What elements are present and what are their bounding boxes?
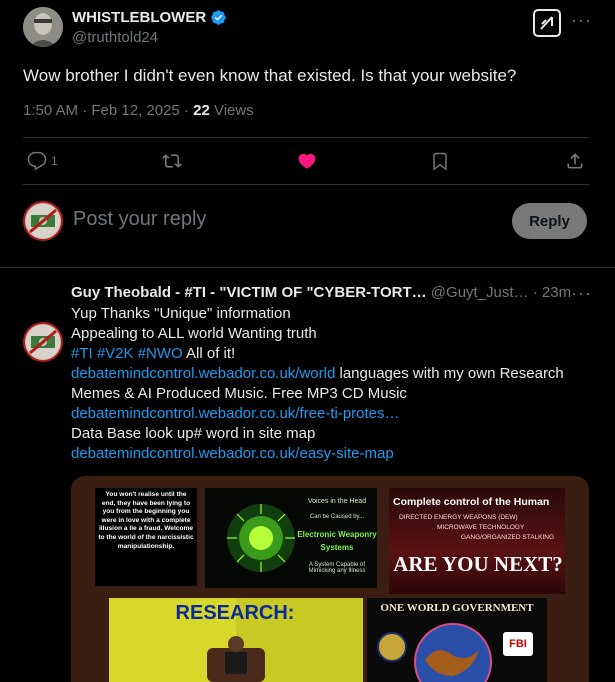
- post-text: Wow brother I didn't even know that exis…: [23, 66, 517, 85]
- voices-sub: Can be Caused by...: [309, 514, 365, 520]
- more-options-icon[interactable]: ···: [571, 10, 592, 31]
- divider: [0, 267, 615, 268]
- bookmark-action[interactable]: [431, 151, 449, 176]
- cia-seal-icon: [377, 632, 407, 662]
- control-line: DIRECTED ENERGY WEAPONS (DEW): [399, 514, 518, 521]
- reply-line: debatemindcontrol.webador.co.uk/world la…: [71, 364, 601, 384]
- reply-count: 1: [51, 154, 58, 168]
- reply-more-icon[interactable]: ···: [571, 283, 592, 304]
- divider: [23, 184, 589, 185]
- post-meta: 1:50 AM · Feb 12, 2025 · 22 Views: [23, 102, 254, 119]
- armchair-figure-icon: [207, 636, 265, 682]
- my-avatar[interactable]: [23, 201, 63, 241]
- fbi-badge: FBI: [503, 632, 533, 656]
- reply-input[interactable]: Post your reply: [73, 208, 493, 231]
- reply-line: Data Base look up# word in site map: [71, 425, 316, 442]
- post-time[interactable]: 1:50 AM · Feb 12, 2025 ·: [23, 102, 193, 119]
- control-big: ARE YOU NEXT?: [393, 552, 563, 576]
- verified-badge-icon: [211, 10, 226, 25]
- reply-text: Yup Thanks "Unique" information Appealin…: [71, 304, 601, 464]
- meme-panel-text: You won't realise until the end, they ha…: [98, 491, 194, 550]
- voices-foot: A System Capable of Mimicking any Illnes…: [308, 562, 366, 574]
- control-line: GANG/ORGANIZED STALKING: [461, 534, 555, 541]
- meme-panel-research: RESEARCH:: [109, 598, 363, 682]
- author-handle[interactable]: @truthtold24: [72, 29, 158, 46]
- views-label: Views: [209, 102, 254, 119]
- link-world[interactable]: debatemindcontrol.webador.co.uk/world: [71, 365, 335, 382]
- brain-glow-icon: [227, 504, 295, 572]
- reply-header: Guy Theobald - #TI - "VICTIM OF "CYBER-T…: [71, 284, 571, 301]
- bookmark-icon: [433, 152, 447, 171]
- reply-time[interactable]: · 23m: [533, 284, 571, 301]
- reply-line: Yup Thanks "Unique" information: [71, 305, 291, 322]
- nwo-title: One World Government: [380, 602, 534, 614]
- share-icon: [567, 153, 583, 169]
- reply-icon: [27, 151, 47, 171]
- reply-line-rest: All of it!: [182, 345, 236, 362]
- heart-icon: [298, 153, 316, 169]
- author-avatar[interactable]: [23, 7, 63, 47]
- share-action[interactable]: [565, 151, 585, 176]
- meme-panel-voices: Voices in the Head Can be Caused by... E…: [205, 488, 377, 588]
- reply-line: Memes & AI Produced Music. Free MP3 CD M…: [71, 385, 407, 402]
- voices-title: Voices in the Head: [307, 498, 367, 505]
- reply-author-handle[interactable]: @Guyt_Just…: [431, 284, 529, 301]
- control-title: Complete control of the Human: [393, 496, 550, 508]
- reply-button[interactable]: Reply: [512, 203, 587, 239]
- reply-line: Appealing to ALL world Wanting truth: [71, 325, 317, 342]
- grok-icon[interactable]: [533, 9, 561, 37]
- like-action[interactable]: [296, 151, 318, 176]
- views-count: 22: [193, 102, 210, 119]
- reply-image[interactable]: You won't realise until the end, they ha…: [71, 476, 589, 682]
- reply-line: #TI #V2K #NWO All of it!: [71, 344, 601, 364]
- reply-line-rest: languages with my own Research: [335, 365, 564, 382]
- link-site-map[interactable]: debatemindcontrol.webador.co.uk/easy-sit…: [71, 444, 601, 464]
- repost-action[interactable]: [161, 151, 183, 176]
- repost-icon: [162, 154, 182, 168]
- reply-action[interactable]: 1: [27, 151, 58, 171]
- reply-author-name[interactable]: Guy Theobald - #TI - "VICTIM OF "CYBER-T…: [71, 284, 427, 301]
- reply-author-avatar[interactable]: [23, 322, 63, 362]
- meme-panel-narcissist: You won't realise until the end, they ha…: [95, 488, 197, 586]
- meme-panel-nwo: One World Government FBI: [367, 598, 547, 682]
- voices-main: Electronic Weaponry Systems: [297, 530, 377, 552]
- meme-panel-control: Complete control of the Human DIRECTED E…: [389, 488, 565, 594]
- divider: [23, 137, 589, 138]
- hashtags[interactable]: #TI #V2K #NWO: [71, 345, 183, 362]
- author-name[interactable]: WHISTLEBLOWER: [72, 9, 227, 26]
- author-name-text[interactable]: WHISTLEBLOWER: [72, 9, 206, 26]
- research-title: RESEARCH:: [175, 602, 295, 624]
- globe-icon: [414, 623, 492, 682]
- link-free-ti[interactable]: debatemindcontrol.webador.co.uk/free-ti-…: [71, 404, 601, 424]
- control-line: MICROWAVE TECHNOLOGY: [437, 524, 525, 531]
